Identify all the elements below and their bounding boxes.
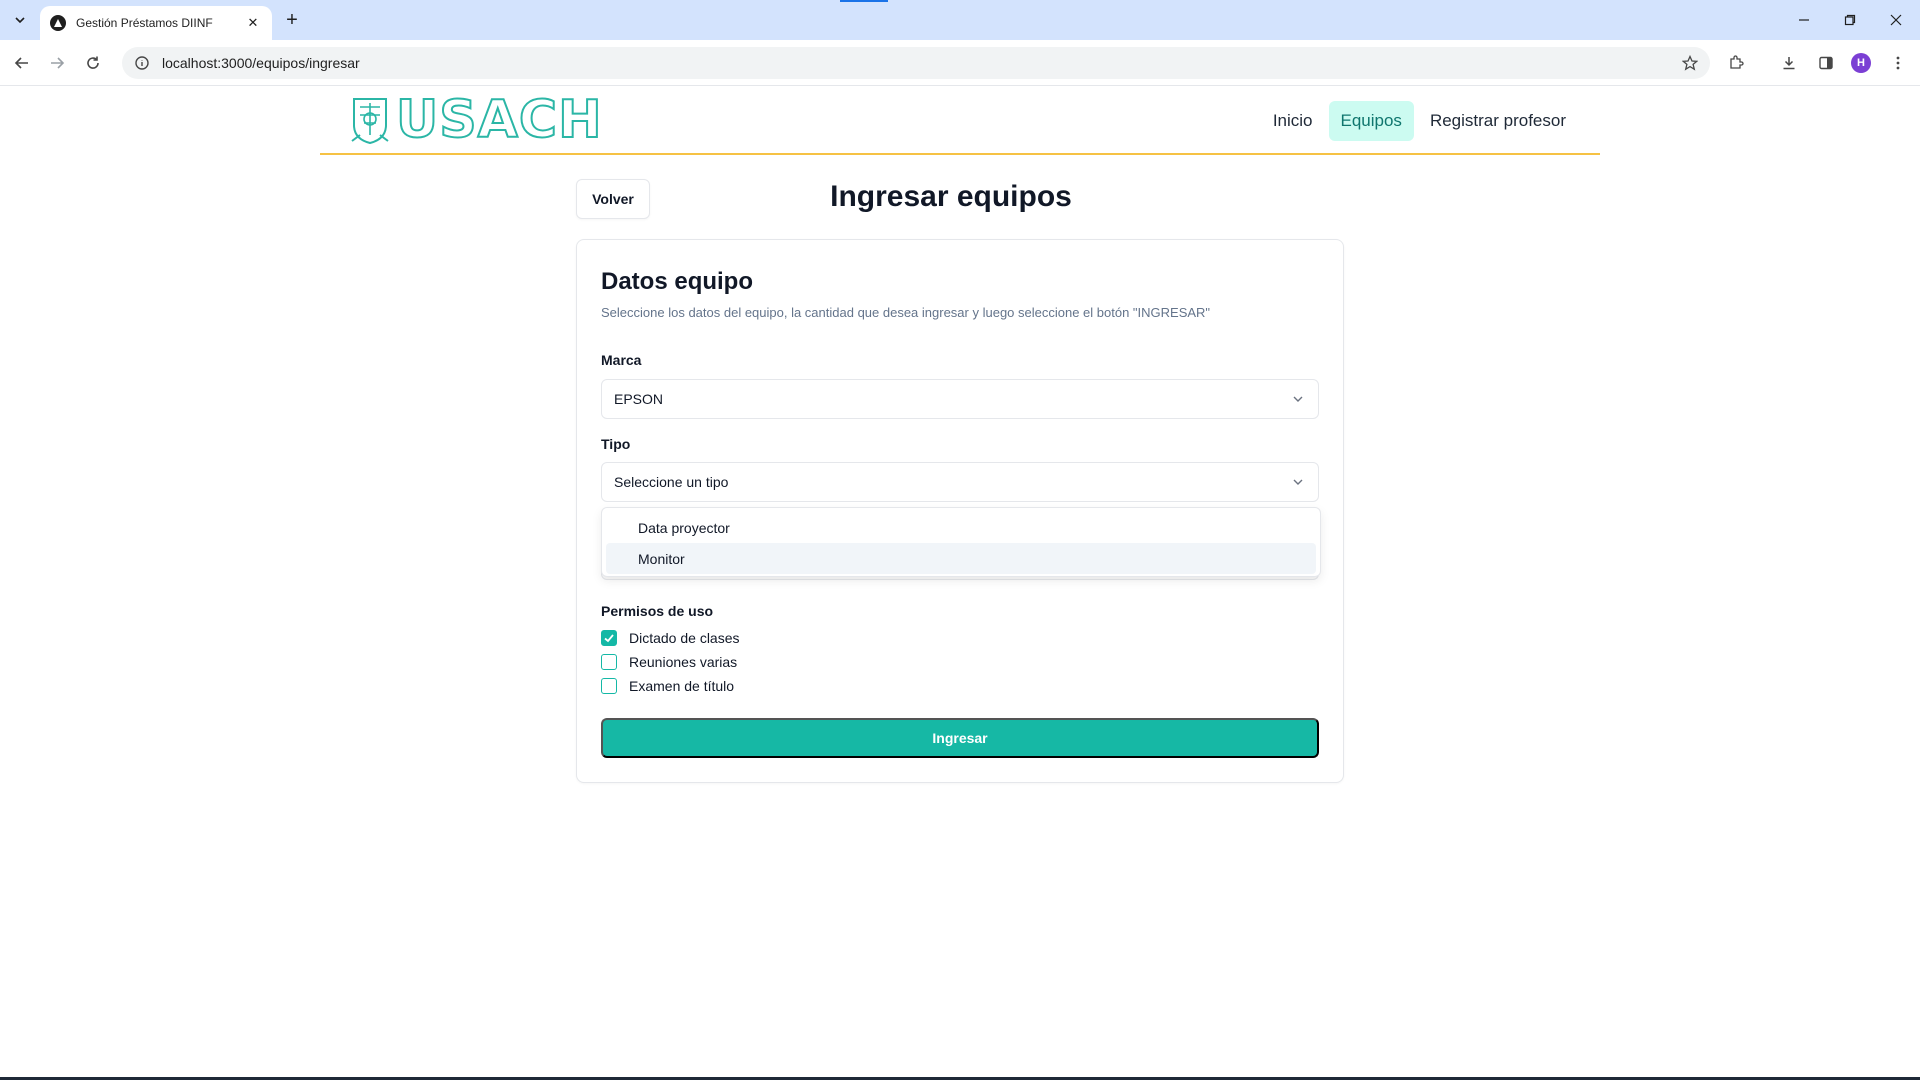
marca-selected-value: EPSON: [614, 391, 664, 407]
permisos-label: Permisos de uso: [601, 603, 714, 619]
bookmark-star-icon[interactable]: [1680, 53, 1700, 73]
tipo-option-data-proyector[interactable]: Data proyector: [606, 512, 1316, 543]
tipo-dropdown-menu: Data proyector Monitor: [601, 507, 1321, 577]
card-title: Datos equipo: [601, 268, 754, 295]
app-favicon-icon: [50, 15, 66, 31]
permiso-label: Reuniones varias: [629, 654, 738, 670]
marca-select[interactable]: EPSON: [601, 379, 1319, 419]
nav-link-registrar-profesor[interactable]: Registrar profesor: [1418, 101, 1578, 141]
site-info-icon[interactable]: [134, 55, 150, 71]
permiso-label: Examen de título: [629, 678, 735, 694]
nav-link-inicio[interactable]: Inicio: [1261, 101, 1325, 141]
browser-tab-strip: Gestión Préstamos DIINF ✕ +: [0, 0, 1920, 40]
address-bar[interactable]: localhost:3000/equipos/ingresar: [122, 47, 1710, 79]
permiso-label: Dictado de clases: [629, 630, 740, 646]
minimize-window-icon[interactable]: [1781, 0, 1827, 40]
extensions-puzzle-icon[interactable]: [1722, 49, 1750, 77]
nav-links: Inicio Equipos Registrar profesor: [1257, 101, 1578, 141]
checkbox-unchecked-icon[interactable]: [601, 678, 617, 694]
back-arrow-icon[interactable]: [8, 49, 36, 77]
tab-loading-indicator: [840, 0, 888, 2]
side-panel-icon[interactable]: [1812, 49, 1840, 77]
equipment-form-card: Datos equipo Seleccione los datos del eq…: [576, 239, 1344, 783]
card-description: Seleccione los datos del equipo, la cant…: [601, 305, 1211, 320]
chevron-down-icon: [1290, 391, 1306, 407]
close-window-icon[interactable]: [1873, 0, 1919, 40]
address-url: localhost:3000/equipos/ingresar: [162, 55, 360, 71]
downloads-icon[interactable]: [1775, 49, 1803, 77]
browser-tab-active[interactable]: Gestión Préstamos DIINF ✕: [40, 6, 272, 40]
checkbox-checked-icon[interactable]: [601, 630, 617, 646]
browser-menu-icon[interactable]: [1884, 49, 1912, 77]
usach-logo[interactable]: USACH: [350, 90, 603, 150]
forward-arrow-icon[interactable]: [43, 49, 71, 77]
nav-link-equipos[interactable]: Equipos: [1328, 101, 1414, 141]
logo-wordmark: USACH: [395, 90, 603, 150]
permiso-examen-titulo[interactable]: Examen de título: [601, 678, 734, 694]
browser-toolbar: localhost:3000/equipos/ingresar: [0, 40, 1920, 86]
restore-window-icon[interactable]: [1827, 0, 1873, 40]
permiso-reuniones-varias[interactable]: Reuniones varias: [601, 654, 737, 670]
ingresar-button[interactable]: Ingresar: [601, 718, 1319, 758]
permiso-dictado-clases[interactable]: Dictado de clases: [601, 630, 740, 646]
tab-close-icon[interactable]: ✕: [244, 14, 262, 32]
new-tab-plus-icon[interactable]: +: [280, 8, 304, 32]
tipo-select[interactable]: Seleccione un tipo: [601, 462, 1319, 502]
tipo-selected-value: Seleccione un tipo: [614, 474, 729, 490]
profile-avatar[interactable]: H: [1851, 53, 1871, 73]
page-title: Ingresar equipos: [830, 180, 1072, 213]
app-navbar: USACH Inicio Equipos Registrar profesor: [320, 88, 1600, 155]
tab-title: Gestión Préstamos DIINF: [76, 16, 213, 30]
marca-label: Marca: [601, 352, 642, 368]
chevron-down-icon: [1290, 474, 1306, 490]
usach-crest-icon: [351, 98, 389, 145]
tipo-option-monitor[interactable]: Monitor: [606, 543, 1316, 574]
tipo-label: Tipo: [601, 436, 631, 452]
tab-search-chevron-icon[interactable]: [6, 6, 34, 34]
checkbox-unchecked-icon[interactable]: [601, 654, 617, 670]
reload-icon[interactable]: [79, 49, 107, 77]
